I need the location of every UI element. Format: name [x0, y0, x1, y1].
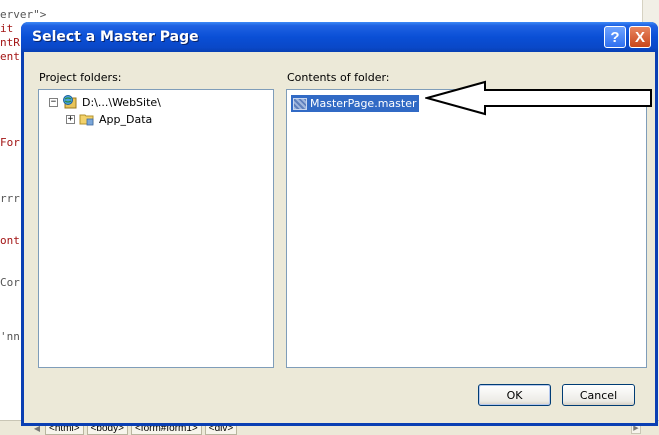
ok-button[interactable]: OK: [478, 384, 551, 406]
tree-item-website[interactable]: − D:\...\WebSite\: [49, 94, 161, 110]
folder-contents-list[interactable]: MasterPage.master: [286, 89, 647, 368]
dialog-title: Select a Master Page: [32, 29, 199, 45]
code-line: ont: [0, 234, 20, 247]
help-button[interactable]: ?: [604, 26, 626, 48]
web-project-icon: [62, 94, 78, 110]
help-icon: ?: [610, 28, 620, 46]
project-folders-tree[interactable]: − D:\...\WebSite\ + App_Data: [38, 89, 274, 368]
close-icon: X: [634, 28, 645, 46]
collapse-icon[interactable]: −: [49, 97, 58, 107]
list-item-masterpage[interactable]: MasterPage.master: [291, 95, 420, 112]
code-line: rrr: [0, 192, 20, 205]
tree-item-app-data[interactable]: + App_Data: [66, 111, 152, 127]
folder-icon: [79, 111, 95, 127]
code-line: ntR: [0, 36, 20, 49]
expand-icon[interactable]: +: [66, 114, 75, 124]
code-line: it: [0, 22, 14, 35]
code-line: 'nn: [0, 330, 20, 343]
code-line: erver">: [0, 8, 47, 21]
contents-of-folder-label: Contents of folder:: [287, 71, 390, 84]
tree-item-label: App_Data: [99, 112, 153, 126]
code-line: For: [0, 136, 20, 149]
annotation-arrow-icon: [425, 80, 652, 116]
code-line: Cor: [0, 276, 20, 289]
cancel-button[interactable]: Cancel: [562, 384, 635, 406]
master-page-file-icon: [293, 97, 307, 110]
tree-item-label: D:\...\WebSite\: [82, 95, 161, 109]
code-line: ent: [0, 50, 20, 63]
list-item-label: MasterPage.master: [310, 97, 417, 110]
close-button[interactable]: X: [629, 26, 651, 48]
project-folders-label: Project folders:: [39, 71, 122, 84]
dialog-titlebar[interactable]: Select a Master Page ? X: [21, 22, 658, 52]
